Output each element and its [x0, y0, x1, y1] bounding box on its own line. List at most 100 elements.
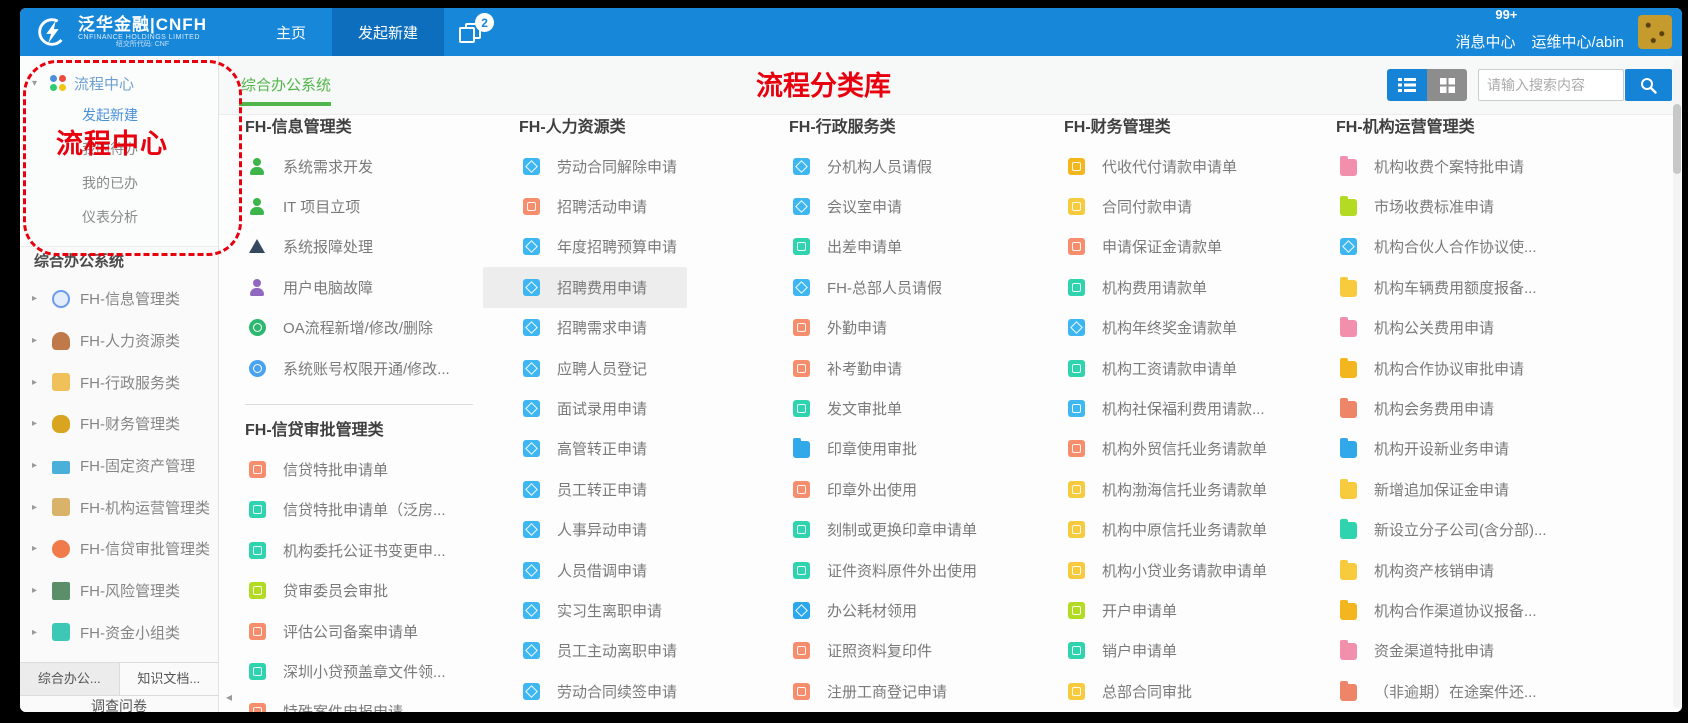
tree-item[interactable]: 我的已办: [82, 166, 218, 200]
sidebar-category[interactable]: ▸FH-信贷审批管理类: [20, 528, 218, 570]
list-view-button[interactable]: [1387, 69, 1427, 101]
process-item[interactable]: 机构中原信托业务请款单: [1064, 510, 1320, 550]
process-item[interactable]: 办公耗材领用: [789, 590, 1045, 630]
chevron-right-icon[interactable]: ▸: [32, 460, 42, 471]
process-item[interactable]: 刻制或更换印章申请单: [789, 510, 1045, 550]
process-item[interactable]: 机构车辆费用额度报备...: [1336, 267, 1592, 307]
search-input[interactable]: [1478, 69, 1624, 101]
process-item[interactable]: 面试录用申请: [519, 388, 775, 428]
process-item[interactable]: OA流程新增/修改/删除: [245, 308, 501, 348]
process-item[interactable]: 机构公关费用申请: [1336, 308, 1592, 348]
process-item[interactable]: 出差申请单: [789, 227, 1045, 267]
process-item[interactable]: 用户电脑故障: [245, 267, 501, 307]
chevron-right-icon[interactable]: ▸: [32, 502, 42, 513]
process-item[interactable]: 招聘需求申请: [519, 308, 775, 348]
process-item[interactable]: 系统需求开发: [245, 146, 501, 186]
process-item[interactable]: 机构工资请款申请单: [1064, 348, 1320, 388]
process-item[interactable]: 招聘活动申请: [519, 186, 775, 226]
search-button[interactable]: [1625, 69, 1672, 101]
grid-view-button[interactable]: [1427, 69, 1467, 101]
chevron-right-icon[interactable]: ▸: [32, 627, 42, 638]
process-item[interactable]: （非逾期）在途案件还...: [1336, 671, 1592, 711]
process-item[interactable]: 人员借调申请: [519, 550, 775, 590]
process-item[interactable]: 机构委托公证书变更申...: [245, 530, 501, 570]
process-item[interactable]: 机构渤海信托业务请款单: [1064, 469, 1320, 509]
chevron-right-icon[interactable]: ▸: [32, 543, 42, 554]
process-item[interactable]: 机构小贷业务请款申请单: [1064, 550, 1320, 590]
process-item[interactable]: 印章使用审批: [789, 429, 1045, 469]
tab-office-system[interactable]: 综合办公系统: [241, 74, 331, 95]
process-item[interactable]: 机构外贸信托业务请款单: [1064, 429, 1320, 469]
scrollbar-thumb[interactable]: [1673, 104, 1681, 174]
process-item[interactable]: 年度招聘预算申请: [519, 227, 775, 267]
avatar[interactable]: [1638, 15, 1672, 49]
process-item[interactable]: 机构合作渠道协议报备...: [1336, 590, 1592, 630]
sidebar-category[interactable]: ▸FH-资金小组类: [20, 612, 218, 654]
process-item[interactable]: 发文审批单: [789, 388, 1045, 428]
process-item[interactable]: 机构收费个案特批申请: [1336, 146, 1592, 186]
sidebar-survey-link[interactable]: 调查问卷: [20, 696, 218, 712]
chevron-right-icon[interactable]: ▸: [32, 418, 42, 429]
process-item[interactable]: 开户申请单: [1064, 590, 1320, 630]
sidebar-collapse-icon[interactable]: ◂: [226, 690, 232, 704]
nav-item[interactable]: 主页: [250, 8, 332, 56]
process-item[interactable]: 机构合伙人合作协议使...: [1336, 227, 1592, 267]
process-item[interactable]: IT 项目立项: [245, 186, 501, 226]
process-item[interactable]: 销户申请单: [1064, 631, 1320, 671]
process-item[interactable]: 劳动合同解除申请: [519, 146, 775, 186]
process-item[interactable]: 员工主动离职申请: [519, 631, 775, 671]
tree-item[interactable]: 我的待办: [82, 132, 218, 166]
process-item[interactable]: 实习生离职申请: [519, 590, 775, 630]
process-item[interactable]: 市场收费标准申请: [1336, 186, 1592, 226]
process-item[interactable]: 信贷特批申请单（泛房...: [245, 490, 501, 530]
process-item[interactable]: 人事异动申请: [519, 510, 775, 550]
process-item[interactable]: 新增追加保证金申请: [1336, 469, 1592, 509]
notification-button[interactable]: 2: [444, 8, 496, 56]
process-item[interactable]: 机构社保福利费用请款...: [1064, 388, 1320, 428]
process-item[interactable]: 系统账号权限开通/修改...: [245, 348, 501, 388]
process-item[interactable]: 高管转正申请: [519, 429, 775, 469]
sidebar-category[interactable]: ▸FH-人力资源类: [20, 320, 218, 362]
process-item[interactable]: 外勤申请: [789, 308, 1045, 348]
chevron-down-icon[interactable]: ▾: [32, 78, 42, 89]
process-item[interactable]: 应聘人员登记: [519, 348, 775, 388]
process-item[interactable]: 资金渠道特批申请: [1336, 631, 1592, 671]
process-item[interactable]: 分机构人员请假: [789, 146, 1045, 186]
process-item[interactable]: 机构开设新业务申请: [1336, 429, 1592, 469]
message-center-link[interactable]: 99+ 消息中心: [1453, 8, 1517, 60]
process-item[interactable]: FH-总部人员请假: [789, 267, 1045, 307]
scrollbar-track[interactable]: [1673, 60, 1681, 708]
process-item[interactable]: 贷审委员会审批: [245, 571, 501, 611]
process-item[interactable]: 代收代付请款申请单: [1064, 146, 1320, 186]
chevron-right-icon[interactable]: ▸: [32, 293, 42, 304]
process-item[interactable]: 机构资产核销申请: [1336, 550, 1592, 590]
process-item[interactable]: 会议室申请: [789, 186, 1045, 226]
process-item[interactable]: 注册工商登记申请: [789, 671, 1045, 711]
sidebar-category[interactable]: ▸FH-机构运营管理类: [20, 486, 218, 528]
chevron-right-icon[interactable]: ▸: [32, 335, 42, 346]
tree-item[interactable]: 发起新建: [82, 98, 218, 132]
sidebar-category[interactable]: ▸FH-信息管理类: [20, 278, 218, 320]
chevron-right-icon[interactable]: ▸: [32, 377, 42, 388]
nav-item[interactable]: 发起新建: [332, 8, 444, 56]
process-item[interactable]: 机构年终奖金请款单: [1064, 308, 1320, 348]
chevron-right-icon[interactable]: ▸: [32, 585, 42, 596]
process-item[interactable]: 机构费用请款单: [1064, 267, 1320, 307]
sidebar-category[interactable]: ▸FH-行政服务类: [20, 361, 218, 403]
sidebar-category[interactable]: ▸FH-固定资产管理: [20, 445, 218, 487]
process-item[interactable]: 新设立分子公司(含分部)...: [1336, 510, 1592, 550]
process-item[interactable]: 特殊案件申报申请: [245, 692, 501, 712]
ops-center-user-link[interactable]: 运维中心/abin: [1531, 8, 1624, 60]
process-item[interactable]: 深圳小贷预盖章文件领...: [245, 651, 501, 691]
sidebar-bottom-tab[interactable]: 综合办公...: [20, 663, 120, 695]
process-item[interactable]: 申请保证金请款单: [1064, 227, 1320, 267]
process-item[interactable]: 证照资料复印件: [789, 631, 1045, 671]
process-item[interactable]: 员工转正申请: [519, 469, 775, 509]
process-item[interactable]: 评估公司备案申请单: [245, 611, 501, 651]
process-item[interactable]: 招聘费用申请: [483, 267, 687, 307]
sidebar-category[interactable]: ▸FH-风险管理类: [20, 570, 218, 612]
process-item[interactable]: 总部合同审批: [1064, 671, 1320, 711]
sidebar-category[interactable]: ▸FH-财务管理类: [20, 403, 218, 445]
sidebar-bottom-tab[interactable]: 知识文档...: [120, 663, 219, 695]
tree-item[interactable]: 仪表分析: [82, 200, 218, 234]
